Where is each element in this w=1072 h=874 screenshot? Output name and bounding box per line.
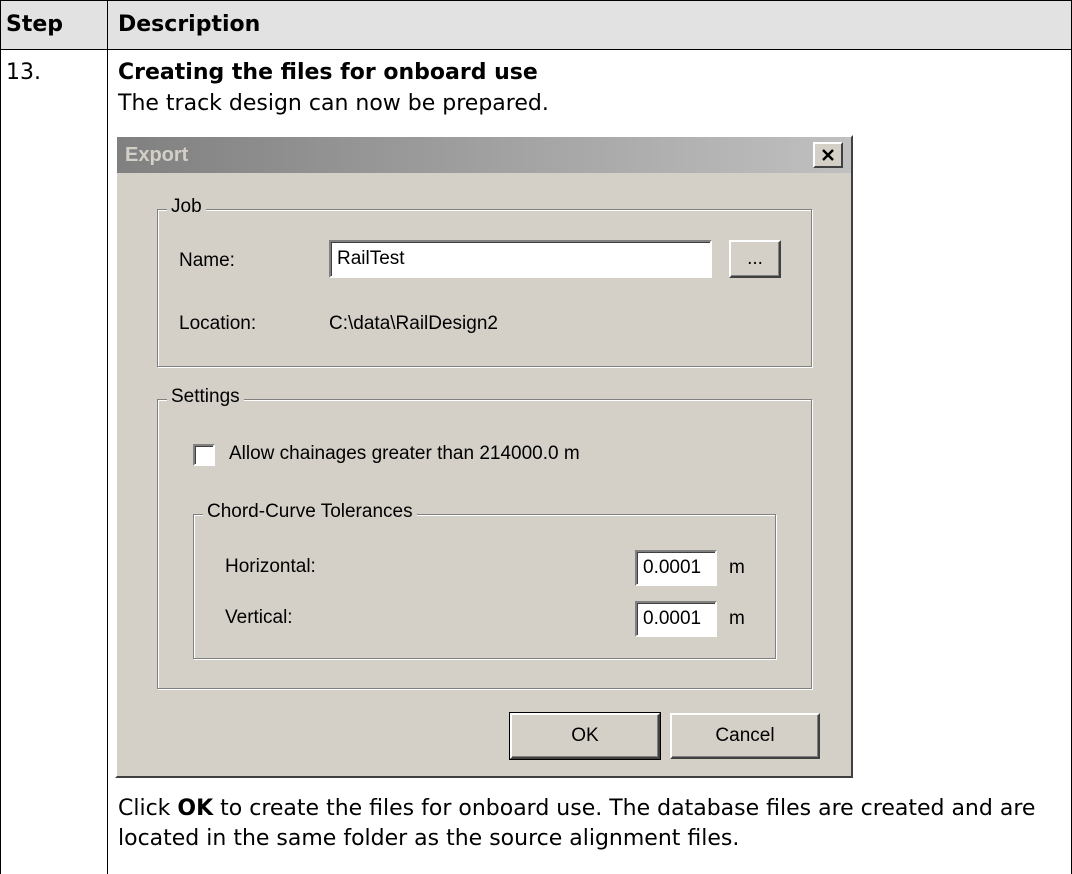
horizontal-unit: m (729, 557, 745, 578)
dialog-title: Export (125, 144, 189, 166)
footer-text-ok: OK (177, 796, 214, 821)
table-column-divider (107, 0, 108, 874)
job-group-legend: Job (167, 196, 206, 218)
footer-text-post: to create the files for onboard use. The… (118, 796, 1036, 851)
allow-chainages-label[interactable]: Allow chainages greater than 214000.0 m (229, 443, 580, 465)
header-step: Step (6, 12, 64, 37)
vertical-tolerance-input[interactable]: 0.0001 (635, 601, 717, 637)
browse-button[interactable]: ... (729, 240, 781, 278)
vertical-label: Vertical: (225, 607, 293, 628)
vertical-unit: m (729, 608, 745, 629)
horizontal-label: Horizontal: (225, 556, 316, 577)
location-label: Location: (179, 313, 257, 334)
step-title: Creating the files for onboard use (118, 60, 538, 85)
tolerances-group (193, 514, 776, 659)
step-number: 13. (6, 60, 41, 85)
job-group (157, 209, 812, 367)
location-value: C:\data\RailDesign2 (329, 313, 498, 334)
close-icon (822, 149, 834, 161)
step-intro: The track design can now be prepared. (118, 91, 549, 116)
export-dialog: Export Job Name: RailTest ... Location: … (115, 135, 853, 778)
allow-chainages-checkbox[interactable] (193, 444, 215, 466)
footer-text-pre: Click (118, 796, 178, 821)
step-footer-text: Click OK to create the files for onboard… (118, 794, 1063, 854)
tolerances-group-legend: Chord-Curve Tolerances (203, 501, 417, 523)
close-button[interactable] (813, 142, 843, 168)
table-border-left (0, 0, 1, 874)
settings-group-legend: Settings (167, 386, 244, 408)
name-input[interactable]: RailTest (329, 240, 712, 278)
cancel-button[interactable]: Cancel (670, 713, 820, 759)
ok-button[interactable]: OK (509, 712, 661, 760)
horizontal-tolerance-input[interactable]: 0.0001 (635, 550, 717, 586)
dialog-titlebar[interactable]: Export (117, 137, 851, 173)
header-description: Description (118, 12, 261, 37)
name-label: Name: (179, 250, 235, 271)
